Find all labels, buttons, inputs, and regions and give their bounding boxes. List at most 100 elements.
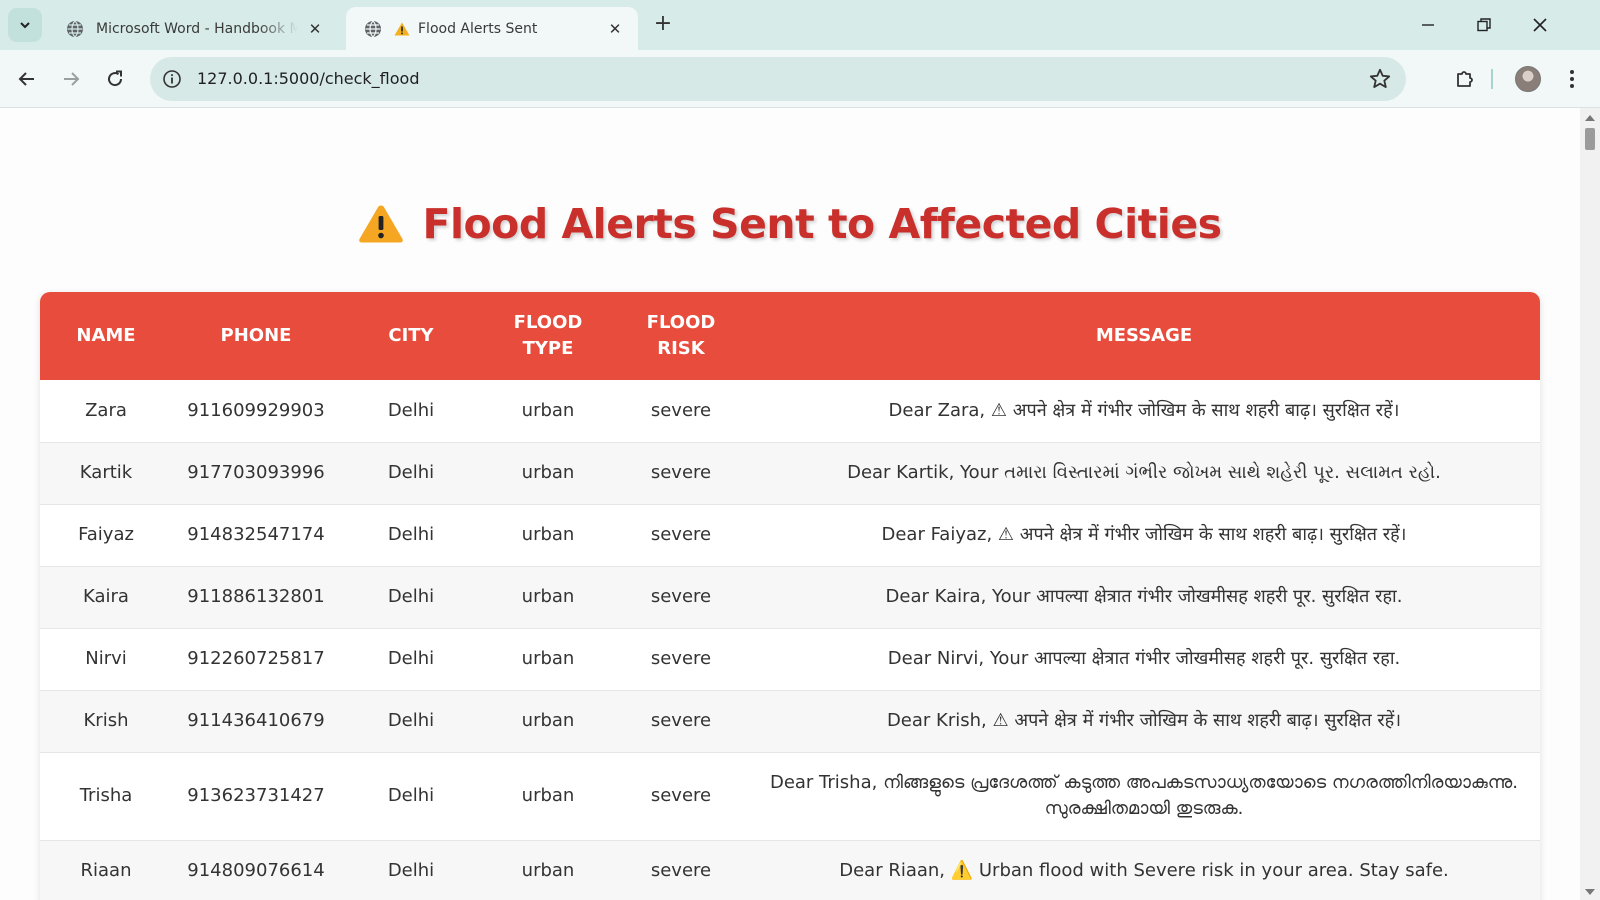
- extensions-button[interactable]: [1448, 62, 1482, 96]
- cell-message: Dear Kaira, Your आपल्या क्षेत्रात गंभीर …: [748, 566, 1540, 629]
- restore-icon: [1477, 18, 1491, 32]
- scroll-up-arrow-icon[interactable]: [1585, 115, 1595, 121]
- cell-flood-risk: severe: [614, 380, 748, 443]
- table-row: Faiyaz 914832547174 Delhi urban severe D…: [40, 504, 1540, 567]
- cell-flood-type: urban: [482, 504, 614, 567]
- table-header-row: NAME PHONE CITY FLOOD TYPE FLOOD RISK ME…: [40, 292, 1540, 380]
- cell-flood-risk: severe: [614, 628, 748, 691]
- table-row: Krish 911436410679 Delhi urban severe De…: [40, 690, 1540, 753]
- cell-name: Riaan: [40, 840, 172, 900]
- cell-flood-type: urban: [482, 840, 614, 900]
- cell-message: Dear Nirvi, Your आपल्या क्षेत्रात गंभीर …: [748, 628, 1540, 691]
- column-header-name[interactable]: NAME: [40, 292, 172, 380]
- cell-phone: 912260725817: [172, 628, 340, 691]
- cell-phone: 917703093996: [172, 442, 340, 505]
- browser-menu-button[interactable]: [1560, 62, 1584, 96]
- tab-word-handbook[interactable]: Microsoft Word - Handbook M ✕: [48, 8, 338, 50]
- reload-button[interactable]: [98, 62, 132, 96]
- cell-message: Dear Trisha, നിങ്ങളുടെ പ്രദേശത്ത് കടുത്ത…: [748, 752, 1540, 841]
- table-row: Zara 911609929903 Delhi urban severe Dea…: [40, 380, 1540, 443]
- url-text[interactable]: 127.0.0.1:5000/check_flood: [197, 69, 420, 88]
- tab-search-button[interactable]: [8, 8, 42, 42]
- alerts-table-card: NAME PHONE CITY FLOOD TYPE FLOOD RISK ME…: [40, 292, 1540, 900]
- tab-title: Flood Alerts Sent: [418, 20, 538, 37]
- globe-icon: [365, 20, 381, 37]
- cell-message: Dear Riaan, ⚠️ Urban flood with Severe r…: [748, 840, 1540, 900]
- column-header-message[interactable]: MESSAGE: [748, 292, 1540, 380]
- back-button[interactable]: [10, 62, 44, 96]
- alerts-table: NAME PHONE CITY FLOOD TYPE FLOOD RISK ME…: [40, 292, 1540, 900]
- cell-flood-risk: severe: [614, 690, 748, 753]
- table-row: Trisha 913623731427 Delhi urban severe D…: [40, 752, 1540, 841]
- cell-flood-type: urban: [482, 442, 614, 505]
- cell-flood-risk: severe: [614, 840, 748, 900]
- arrow-left-icon: [18, 72, 34, 86]
- browser-toolbar: 127.0.0.1:5000/check_flood: [0, 50, 1600, 108]
- scrollbar-thumb[interactable]: [1585, 128, 1595, 150]
- close-tab-icon[interactable]: ✕: [606, 20, 624, 38]
- page-viewport: Flood Alerts Sent to Affected Cities NAM…: [0, 108, 1580, 900]
- tab-strip: Microsoft Word - Handbook M ✕ Flood Aler…: [0, 0, 1600, 50]
- page-title-text: Flood Alerts Sent to Affected Cities: [422, 200, 1222, 248]
- minimize-button[interactable]: [1408, 8, 1448, 42]
- cell-name: Kaira: [40, 566, 172, 629]
- bookmark-star-icon[interactable]: [1368, 67, 1392, 91]
- column-header-flood-risk-text: FLOOD RISK: [646, 312, 716, 359]
- column-header-flood-type-text: FLOOD TYPE: [513, 312, 583, 359]
- close-icon: [1533, 18, 1547, 32]
- cell-phone: 914832547174: [172, 504, 340, 567]
- column-header-flood-type[interactable]: FLOOD TYPE: [482, 292, 614, 380]
- site-info-button[interactable]: [160, 67, 184, 91]
- tab-flood-alerts[interactable]: Flood Alerts Sent ✕: [346, 7, 638, 50]
- new-tab-button[interactable]: +: [650, 12, 676, 38]
- puzzle-icon: [1457, 71, 1473, 87]
- forward-button[interactable]: [54, 62, 88, 96]
- profile-avatar[interactable]: [1515, 66, 1541, 92]
- tab-title: Microsoft Word - Handbook M: [96, 21, 298, 37]
- cell-message: Dear Kartik, Your તમારા વિસ્તારમાં ગંભીર…: [748, 442, 1540, 505]
- restore-button[interactable]: [1464, 8, 1504, 42]
- cell-message: Dear Krish, ⚠ अपने क्षेत्र में गंभीर जोख…: [748, 690, 1540, 753]
- cell-flood-type: urban: [482, 566, 614, 629]
- info-icon: [163, 70, 181, 88]
- address-bar[interactable]: 127.0.0.1:5000/check_flood: [150, 57, 1406, 101]
- more-vertical-icon: [1570, 70, 1574, 88]
- column-header-phone[interactable]: PHONE: [172, 292, 340, 380]
- cell-flood-risk: severe: [614, 504, 748, 567]
- cell-city: Delhi: [340, 442, 482, 505]
- cell-city: Delhi: [340, 566, 482, 629]
- cell-flood-risk: severe: [614, 566, 748, 629]
- close-tab-icon[interactable]: ✕: [306, 20, 324, 38]
- cell-phone: 911886132801: [172, 566, 340, 629]
- table-row: Nirvi 912260725817 Delhi urban severe De…: [40, 628, 1540, 691]
- column-header-city[interactable]: CITY: [340, 292, 482, 380]
- cell-message: Dear Zara, ⚠ अपने क्षेत्र में गंभीर जोखि…: [748, 380, 1540, 443]
- cell-city: Delhi: [340, 752, 482, 841]
- cell-name: Faiyaz: [40, 504, 172, 567]
- cell-name: Krish: [40, 690, 172, 753]
- cell-flood-type: urban: [482, 690, 614, 753]
- scroll-down-arrow-icon[interactable]: [1585, 889, 1595, 895]
- warning-icon: [394, 22, 410, 35]
- table-row: Riaan 914809076614 Delhi urban severe De…: [40, 840, 1540, 900]
- cell-flood-type: urban: [482, 380, 614, 443]
- globe-icon: [67, 20, 83, 38]
- cell-name: Zara: [40, 380, 172, 443]
- warning-icon: [359, 205, 404, 243]
- column-header-flood-risk[interactable]: FLOOD RISK: [614, 292, 748, 380]
- cell-name: Nirvi: [40, 628, 172, 691]
- close-window-button[interactable]: [1520, 8, 1560, 42]
- chevron-down-icon: [20, 22, 30, 29]
- cell-flood-type: urban: [482, 752, 614, 841]
- cell-phone: 911436410679: [172, 690, 340, 753]
- cell-city: Delhi: [340, 690, 482, 753]
- cell-name: Trisha: [40, 752, 172, 841]
- cell-flood-type: urban: [482, 628, 614, 691]
- cell-name: Kartik: [40, 442, 172, 505]
- cell-city: Delhi: [340, 840, 482, 900]
- vertical-scrollbar[interactable]: [1580, 108, 1600, 900]
- reload-icon: [108, 70, 123, 87]
- page-title: Flood Alerts Sent to Affected Cities: [0, 200, 1580, 248]
- cell-phone: 911609929903: [172, 380, 340, 443]
- minimize-icon: [1422, 24, 1434, 26]
